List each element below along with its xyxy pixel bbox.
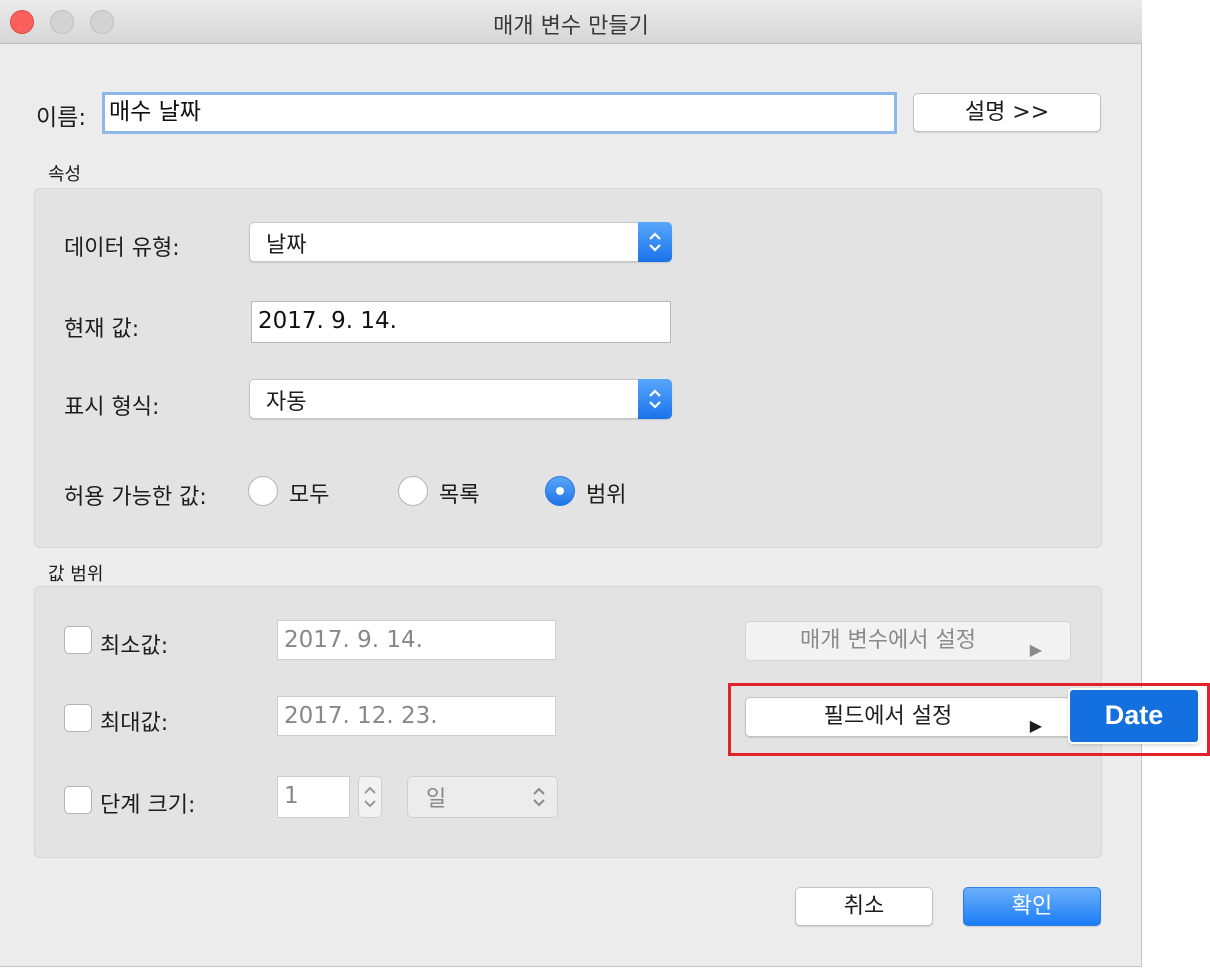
data-type-stepper[interactable] (638, 222, 672, 262)
title-bar: 매개 변수 만들기 (0, 0, 1142, 44)
properties-section-label: 속성 (48, 164, 82, 185)
step-unit-select[interactable]: 일 (407, 776, 558, 818)
radio-range-label[interactable]: 범위 (586, 477, 626, 509)
radio-all-label[interactable]: 모두 (289, 477, 329, 509)
max-checkbox[interactable] (64, 704, 92, 732)
data-type-value: 날짜 (266, 233, 307, 258)
name-field[interactable]: 매수 날짜 (102, 92, 897, 134)
triangle-right-icon: ▶ (1029, 640, 1042, 659)
min-checkbox[interactable] (64, 626, 92, 654)
range-section-label: 값 범위 (48, 564, 104, 585)
display-format-stepper[interactable] (638, 379, 672, 419)
describe-button[interactable]: 설명 >> (913, 93, 1101, 132)
name-label: 이름: (36, 105, 87, 131)
set-from-parameter-button[interactable]: 매개 변수에서 설정 ▶ (745, 621, 1071, 661)
radio-range[interactable] (545, 476, 575, 506)
display-format-label: 표시 형식: (64, 395, 160, 420)
min-label: 최소값: (100, 634, 169, 659)
display-format-value: 자동 (266, 390, 307, 415)
step-unit-value: 일 (426, 787, 447, 812)
radio-list[interactable] (398, 476, 428, 506)
set-from-parameter-label: 매개 변수에서 설정 (800, 628, 976, 653)
min-field[interactable]: 2017. 9. 14. (277, 620, 556, 660)
up-down-chevron-icon (649, 232, 661, 252)
field-menu-item-date[interactable]: Date (1070, 690, 1198, 742)
radio-list-label[interactable]: 목록 (439, 477, 479, 509)
radio-all[interactable] (248, 476, 278, 506)
step-checkbox[interactable] (64, 786, 92, 814)
data-type-select[interactable]: 날짜 (249, 222, 672, 262)
step-field[interactable]: 1 (277, 776, 350, 818)
ok-button[interactable]: 확인 (963, 887, 1101, 926)
up-down-chevron-icon (533, 787, 545, 807)
max-label: 최대값: (100, 711, 169, 736)
step-stepper[interactable] (358, 776, 382, 818)
up-down-chevron-icon (649, 389, 661, 409)
current-value-field[interactable]: 2017. 9. 14. (251, 301, 671, 343)
dialog-window: 매개 변수 만들기 이름: 매수 날짜 설명 >> 속성 데이터 유형: 날짜 … (0, 0, 1142, 967)
current-value-label: 현재 값: (64, 317, 140, 342)
max-field[interactable]: 2017. 12. 23. (277, 696, 556, 736)
data-type-label: 데이터 유형: (64, 236, 180, 261)
window-title: 매개 변수 만들기 (493, 14, 649, 39)
display-format-select[interactable]: 자동 (249, 379, 672, 419)
allowable-values-label: 허용 가능한 값: (64, 485, 207, 510)
cancel-button[interactable]: 취소 (795, 887, 933, 926)
up-down-chevron-icon (364, 786, 376, 808)
step-label: 단계 크기: (100, 793, 196, 818)
